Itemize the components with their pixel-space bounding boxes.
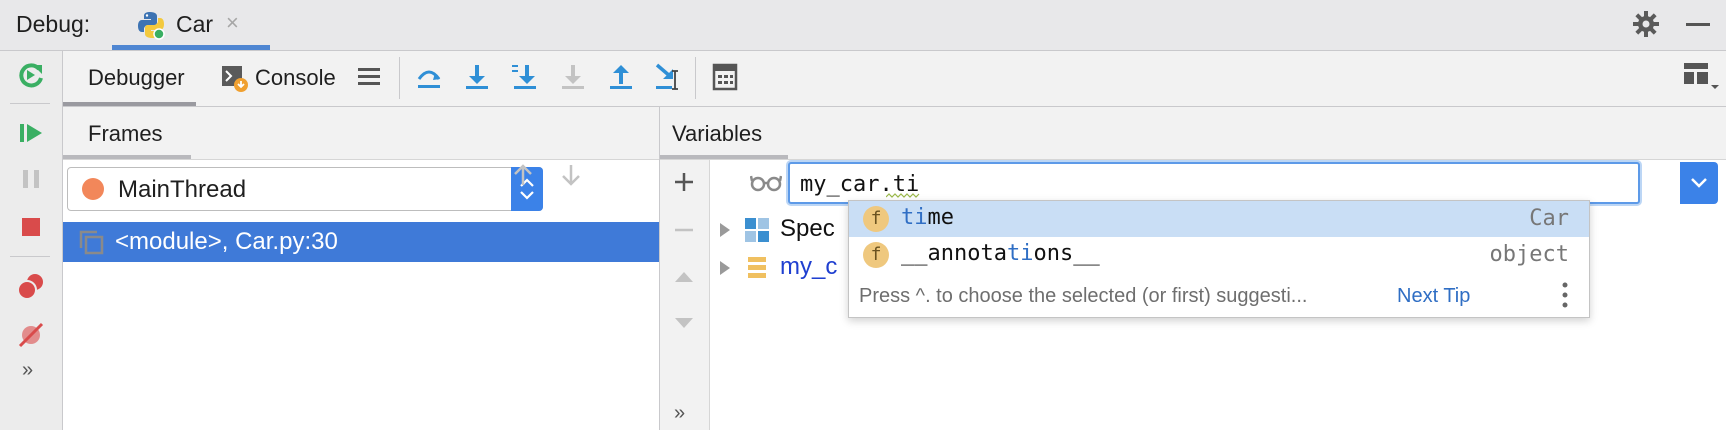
completion-hint: Press ^. to choose the selected (or firs… bbox=[859, 285, 1308, 307]
variables-actions: » bbox=[660, 160, 710, 430]
more-actions-chevron[interactable]: » bbox=[22, 359, 33, 382]
resume-icon[interactable] bbox=[15, 117, 47, 149]
mute-breakpoints-icon[interactable] bbox=[15, 319, 47, 351]
expand-arrow-icon[interactable] bbox=[716, 221, 734, 239]
completion-item[interactable]: f __annotations__ object bbox=[849, 237, 1589, 273]
completion-name: time bbox=[901, 205, 954, 230]
tab-debugger-label: Debugger bbox=[88, 65, 185, 90]
function-badge-icon: f bbox=[863, 206, 889, 232]
tab-active-indicator bbox=[63, 102, 196, 106]
tab-console-label: Console bbox=[255, 65, 336, 90]
thread-selector[interactable]: MainThread bbox=[67, 167, 543, 211]
sidebar-separator bbox=[10, 103, 50, 104]
minimize-icon[interactable] bbox=[1686, 23, 1710, 26]
python-icon bbox=[138, 12, 165, 40]
tab-debugger[interactable]: Debugger bbox=[63, 51, 196, 106]
next-tip-link[interactable]: Next Tip bbox=[1397, 285, 1470, 308]
variable-name: Spec bbox=[780, 215, 835, 242]
step-into-icon[interactable] bbox=[461, 61, 493, 93]
pause-icon[interactable] bbox=[15, 163, 47, 195]
completion-type: Car bbox=[1529, 206, 1569, 231]
completion-type: object bbox=[1489, 242, 1569, 267]
completion-name: __annotations__ bbox=[901, 241, 1100, 266]
step-out-icon[interactable] bbox=[605, 61, 637, 93]
toolbar-separator bbox=[399, 57, 400, 99]
console-icon bbox=[222, 66, 248, 92]
more-options-icon[interactable] bbox=[1561, 281, 1569, 309]
expand-arrow-icon[interactable] bbox=[716, 259, 734, 277]
frames-menu-icon[interactable] bbox=[353, 61, 385, 93]
frames-title: Frames bbox=[88, 121, 163, 146]
frame-row[interactable]: <module>, Car.py:30 bbox=[63, 222, 659, 262]
debug-actions-sidebar: » bbox=[0, 51, 63, 430]
evaluate-expression-icon[interactable] bbox=[709, 61, 741, 93]
completion-popup: f time Car f __annotations__ object Pres… bbox=[848, 200, 1590, 318]
close-tab-icon[interactable]: × bbox=[226, 10, 239, 36]
add-watch-icon[interactable] bbox=[672, 170, 696, 194]
watch-expression-input-box bbox=[788, 162, 1640, 204]
function-badge-icon: f bbox=[863, 242, 889, 268]
previous-frame-icon[interactable] bbox=[509, 161, 537, 189]
variables-header: Variables bbox=[660, 107, 1726, 160]
variable-name: my_c bbox=[780, 253, 838, 280]
move-down-icon[interactable] bbox=[672, 312, 696, 336]
remove-watch-icon[interactable] bbox=[672, 218, 696, 242]
completion-item[interactable]: f time Car bbox=[849, 201, 1589, 237]
tab-active-indicator bbox=[660, 155, 788, 159]
frames-header: Frames bbox=[63, 107, 659, 160]
chevron-down-icon bbox=[1691, 178, 1707, 188]
tab-active-indicator bbox=[63, 155, 191, 159]
history-dropdown-button[interactable] bbox=[1680, 162, 1718, 204]
move-up-icon[interactable] bbox=[672, 264, 696, 288]
debugger-toolbar: Debugger Console bbox=[63, 51, 1726, 107]
show-execution-point-icon[interactable] bbox=[413, 61, 445, 93]
thread-name: MainThread bbox=[118, 176, 247, 203]
force-step-into-icon[interactable] bbox=[557, 61, 589, 93]
rerun-icon[interactable] bbox=[15, 59, 47, 91]
frame-label: <module>, Car.py:30 bbox=[115, 228, 338, 255]
variables-title: Variables bbox=[672, 121, 763, 146]
more-actions-chevron[interactable]: » bbox=[674, 402, 685, 425]
debug-tool-window-header: Debug: Car × bbox=[0, 0, 1726, 51]
thread-status-icon bbox=[82, 178, 104, 200]
spelling-underline bbox=[886, 193, 920, 198]
tab-car-label: Car bbox=[176, 11, 214, 37]
layout-icon[interactable] bbox=[1681, 59, 1721, 91]
tab-car[interactable]: Car × bbox=[112, 0, 270, 50]
frames-panel: Frames MainThread <module>, Car.py:30 bbox=[63, 107, 660, 430]
debug-label: Debug: bbox=[16, 11, 91, 37]
next-frame-icon[interactable] bbox=[557, 161, 585, 189]
tab-active-indicator bbox=[112, 45, 270, 50]
view-breakpoints-icon[interactable] bbox=[15, 271, 47, 303]
run-to-cursor-icon[interactable] bbox=[653, 61, 685, 93]
gear-icon[interactable] bbox=[1632, 10, 1660, 38]
stop-icon[interactable] bbox=[15, 211, 47, 243]
stack-frame-icon bbox=[79, 230, 104, 255]
sidebar-separator bbox=[10, 256, 50, 257]
object-field-icon bbox=[748, 257, 766, 278]
special-vars-icon bbox=[745, 218, 769, 242]
watch-glasses-icon bbox=[750, 175, 782, 192]
step-into-my-code-icon[interactable] bbox=[509, 61, 541, 93]
tab-console[interactable]: Console bbox=[213, 51, 353, 106]
toolbar-separator bbox=[695, 57, 696, 99]
